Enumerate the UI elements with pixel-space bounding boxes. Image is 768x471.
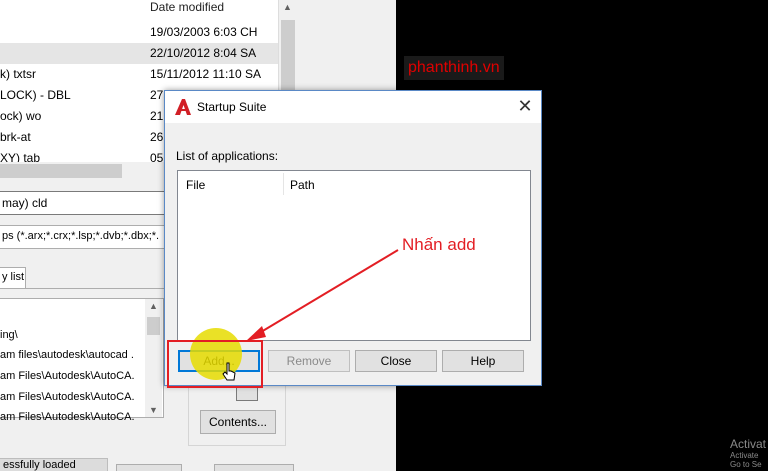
file-name: k) txtsr (0, 67, 36, 81)
remove-button[interactable]: Remove (268, 350, 350, 372)
file-date: 26 (150, 130, 164, 144)
date-modified-column-header[interactable]: Date modified (150, 0, 224, 14)
list-item[interactable]: am Files\Autodesk\AutoCA. (0, 411, 145, 423)
bottom-button[interactable] (214, 464, 294, 471)
column-separator[interactable] (283, 173, 284, 195)
list-of-applications-label: List of applications: (176, 149, 279, 163)
contents-button[interactable]: Contents... (200, 410, 276, 434)
tab-history-list[interactable]: y list (0, 267, 26, 289)
file-row-selected[interactable]: 22/10/2012 8:04 SA (0, 43, 278, 64)
applications-list[interactable]: File Path (177, 170, 531, 341)
dialog-titlebar[interactable]: Startup Suite ✕ (165, 91, 541, 123)
activate-line: Activate (729, 451, 759, 460)
help-button[interactable]: Help (442, 350, 524, 372)
scrollbar-thumb[interactable] (0, 164, 122, 178)
scroll-up-arrow-icon[interactable]: ▲ (283, 2, 292, 12)
file-name: LOCK) - DBL (0, 88, 71, 102)
activate-line: Activat (729, 437, 766, 451)
scrollbar-thumb[interactable] (147, 317, 160, 335)
list-item[interactable]: am Files\Autodesk\AutoCA. (0, 370, 145, 382)
mouse-pointer-icon (222, 362, 236, 381)
status-text: essfully loaded (0, 458, 108, 471)
autocad-logo-icon (175, 99, 191, 115)
file-row[interactable]: k) txtsr 15/11/2012 11:10 SA (0, 64, 278, 85)
file-date: 19/03/2003 6:03 CH (150, 25, 258, 39)
close-icon[interactable]: ✕ (509, 91, 541, 121)
activate-line: Go to Se (729, 460, 762, 469)
loaded-list-scrollbar[interactable]: ▲ ▼ (145, 299, 162, 417)
file-name: brk-at (0, 130, 31, 144)
path-column-header[interactable]: Path (290, 178, 315, 192)
annotation-highlight-box (167, 340, 263, 388)
list-item[interactable]: ing\ (0, 329, 145, 341)
bottom-button[interactable] (116, 464, 182, 471)
file-date: 21 (150, 109, 164, 123)
scroll-down-arrow-icon[interactable]: ▼ (149, 405, 158, 415)
file-row[interactable]: 19/03/2003 6:03 CH (0, 22, 278, 43)
watermark-text: phanthinh.vn (404, 56, 504, 80)
list-item[interactable]: am files\autodesk\autocad . (0, 349, 145, 361)
list-item[interactable]: am Files\Autodesk\AutoCA. (0, 391, 145, 403)
file-date: 27 (150, 88, 164, 102)
file-name-input[interactable]: may) cld (0, 191, 170, 215)
dialog-title: Startup Suite (197, 100, 267, 114)
loaded-applications-list[interactable]: ing\ am files\autodesk\autocad . am File… (0, 298, 164, 423)
file-name: ock) wo (0, 109, 42, 123)
file-column-header[interactable]: File (186, 178, 205, 192)
activate-windows-notice: Activat Activate Go to Se (730, 437, 766, 469)
tab-divider (0, 288, 180, 289)
list-header: File Path (178, 171, 530, 198)
file-type-select[interactable]: ps (*.arx;*.crx;*.lsp;*.dvb;*.dbx;*. (0, 225, 172, 249)
file-date: 22/10/2012 8:04 SA (150, 46, 257, 60)
scroll-up-arrow-icon[interactable]: ▲ (149, 301, 158, 311)
scrollbar-thumb[interactable] (281, 20, 295, 100)
annotation-text: Nhấn add (402, 235, 476, 254)
close-button[interactable]: Close (355, 350, 437, 372)
file-date: 15/11/2012 11:10 SA (150, 67, 261, 81)
